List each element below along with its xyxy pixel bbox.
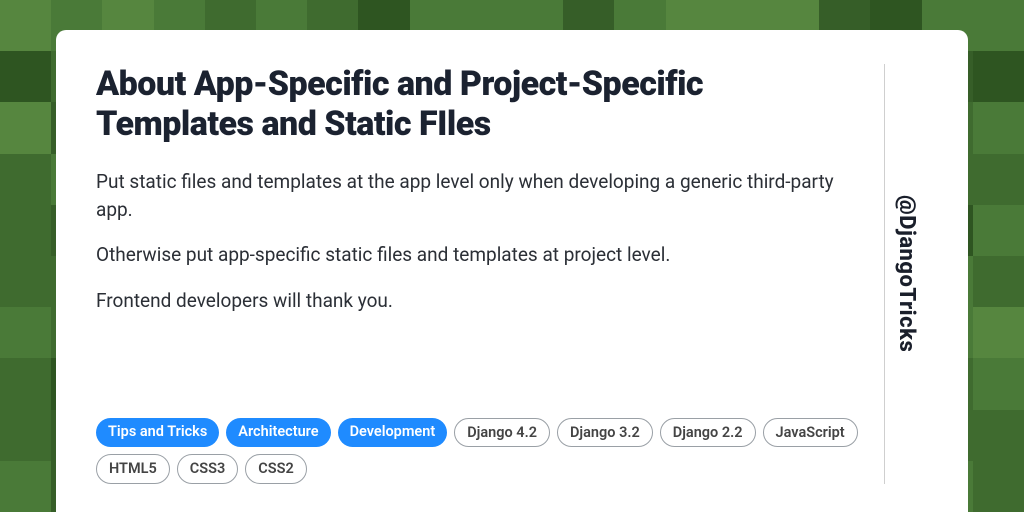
tag-pill[interactable]: JavaScript bbox=[763, 418, 858, 448]
tag-list: Tips and TricksArchitectureDevelopmentDj… bbox=[96, 418, 860, 484]
content-card: About App-Specific and Project-Specific … bbox=[56, 30, 968, 512]
tag-pill[interactable]: HTML5 bbox=[96, 454, 170, 484]
tag-pill[interactable]: Tips and Tricks bbox=[96, 418, 219, 448]
tag-pill[interactable]: Development bbox=[338, 418, 448, 448]
tag-pill[interactable]: Architecture bbox=[226, 418, 330, 448]
tag-pill[interactable]: CSS2 bbox=[245, 454, 306, 484]
tag-pill[interactable]: Django 2.2 bbox=[660, 418, 756, 448]
tag-pill[interactable]: Django 3.2 bbox=[557, 418, 653, 448]
side-column: @DjangoTricks bbox=[884, 64, 928, 484]
paragraph: Otherwise put app-specific static files … bbox=[96, 241, 860, 269]
tag-pill[interactable]: CSS3 bbox=[177, 454, 238, 484]
post-title: About App-Specific and Project-Specific … bbox=[96, 64, 860, 144]
post-body: Put static files and templates at the ap… bbox=[96, 168, 860, 332]
paragraph: Frontend developers will thank you. bbox=[96, 287, 860, 315]
account-handle: @DjangoTricks bbox=[894, 195, 919, 352]
paragraph: Put static files and templates at the ap… bbox=[96, 168, 860, 223]
tag-pill[interactable]: Django 4.2 bbox=[454, 418, 550, 448]
main-column: About App-Specific and Project-Specific … bbox=[96, 64, 884, 484]
